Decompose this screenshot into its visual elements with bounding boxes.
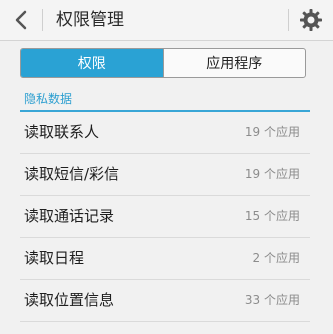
tab-permissions[interactable]: 权限 bbox=[21, 49, 163, 77]
settings-button[interactable] bbox=[295, 4, 327, 36]
list-item[interactable]: 读取通话记录 15 个应用 bbox=[20, 196, 310, 238]
section-header: 隐私数据 bbox=[20, 86, 310, 112]
app-count: 19 个应用 bbox=[244, 167, 300, 181]
list-item[interactable]: 读取短信/彩信 19 个应用 bbox=[20, 154, 310, 196]
app-count: 19 个应用 bbox=[244, 125, 300, 139]
chevron-left-icon bbox=[15, 10, 27, 30]
tab-apps[interactable]: 应用程序 bbox=[162, 49, 306, 77]
tab-bar: 权限 应用程序 bbox=[20, 48, 306, 78]
permission-label: 读取位置信息 bbox=[24, 291, 115, 309]
app-count: 33 个应用 bbox=[244, 293, 300, 307]
gear-icon bbox=[300, 9, 322, 31]
action-bar: 权限管理 bbox=[0, 0, 333, 41]
permission-list: 读取联系人 19 个应用 读取短信/彩信 19 个应用 读取通话记录 15 个应… bbox=[20, 112, 310, 322]
divider bbox=[288, 9, 289, 31]
permission-label: 读取短信/彩信 bbox=[24, 165, 120, 183]
section-title: 隐私数据 bbox=[24, 92, 73, 106]
permission-label: 读取联系人 bbox=[24, 123, 100, 141]
app-count: 15 个应用 bbox=[244, 209, 300, 223]
list-item[interactable]: 读取联系人 19 个应用 bbox=[20, 112, 310, 154]
permission-label: 读取通话记录 bbox=[24, 207, 115, 225]
back-button[interactable] bbox=[6, 4, 36, 36]
app-count: 2 个应用 bbox=[252, 251, 300, 265]
list-item[interactable]: 读取位置信息 33 个应用 bbox=[20, 280, 310, 322]
page-title: 权限管理 bbox=[56, 10, 124, 30]
permission-label: 读取日程 bbox=[24, 249, 85, 267]
divider bbox=[42, 9, 43, 31]
list-item[interactable]: 读取日程 2 个应用 bbox=[20, 238, 310, 280]
